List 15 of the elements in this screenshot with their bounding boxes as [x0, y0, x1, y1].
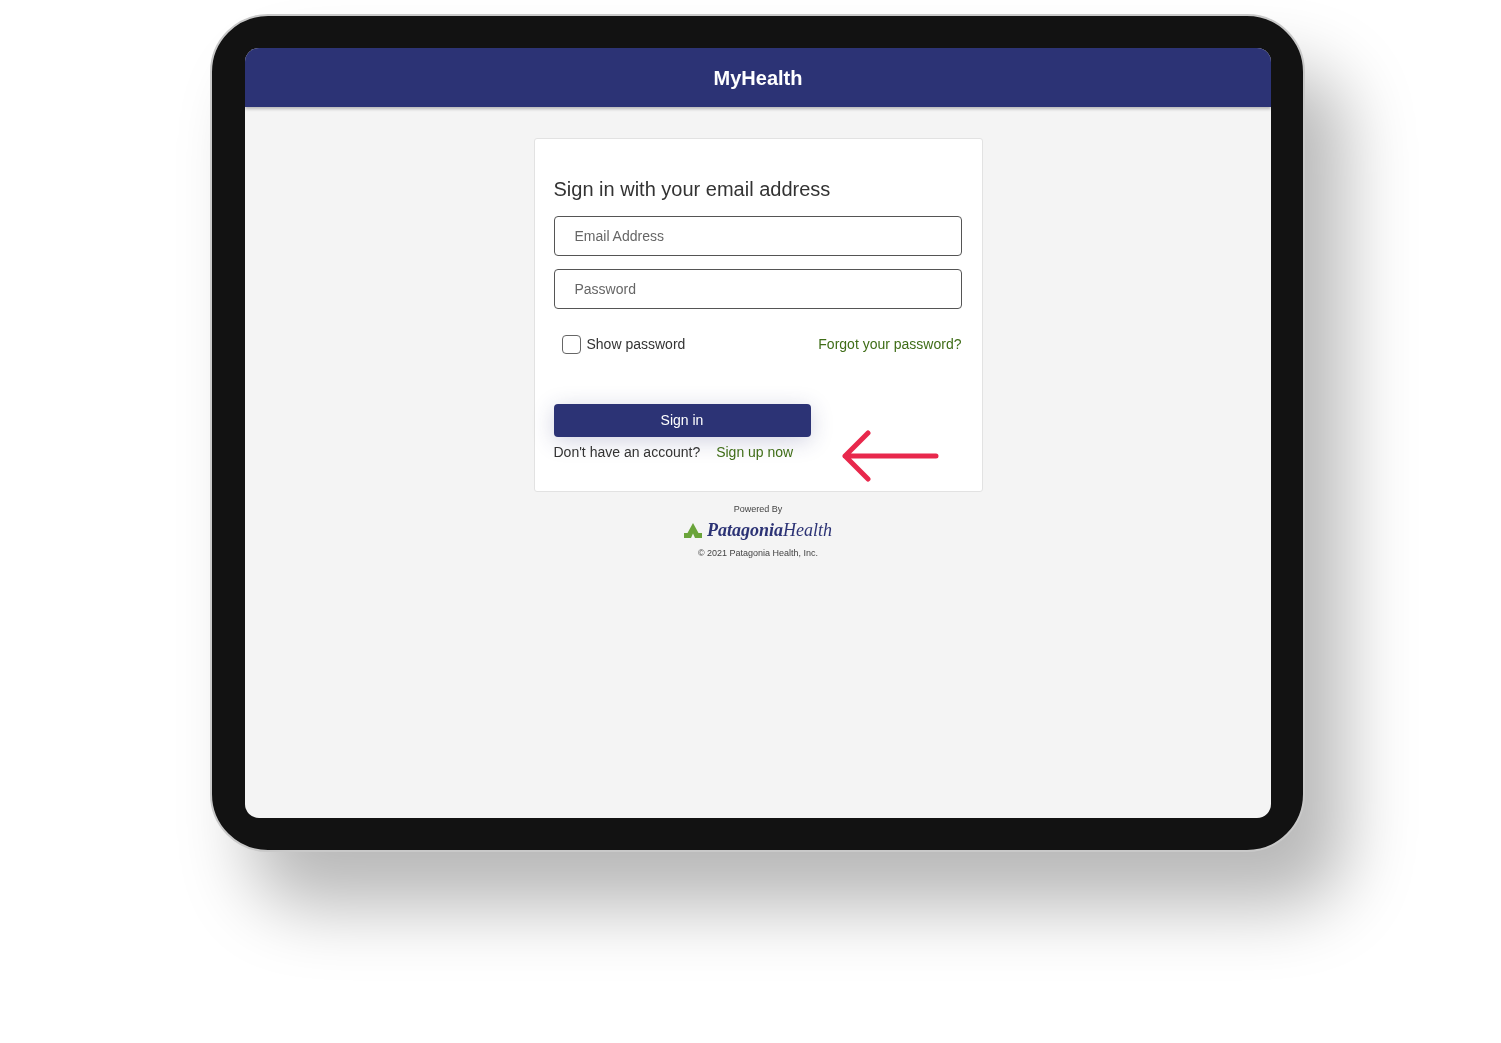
show-password-checkbox[interactable]	[561, 334, 581, 354]
signup-prompt: Don't have an account?	[553, 443, 701, 461]
powered-by-label: Powered By	[733, 503, 783, 515]
checkbox-label: Show password	[586, 335, 686, 353]
copyright-text: © 2021 Patagonia Health, Inc.	[697, 547, 819, 559]
input-field[interactable]: Password	[553, 269, 962, 309]
sign-up-link[interactable]: Sign up now	[716, 443, 794, 461]
input-field[interactable]: Email Address	[553, 216, 962, 256]
form-heading: Sign in with your email address	[553, 177, 832, 201]
triangle-icon	[684, 522, 702, 538]
sign-in-button[interactable]: Sign in	[553, 404, 811, 437]
logo-text: PatagoniaHealth	[707, 519, 832, 541]
forgot-password-link[interactable]: Forgot your password?	[818, 335, 962, 353]
arrow-icon	[840, 430, 939, 482]
app-title: MyHealth	[713, 65, 803, 90]
